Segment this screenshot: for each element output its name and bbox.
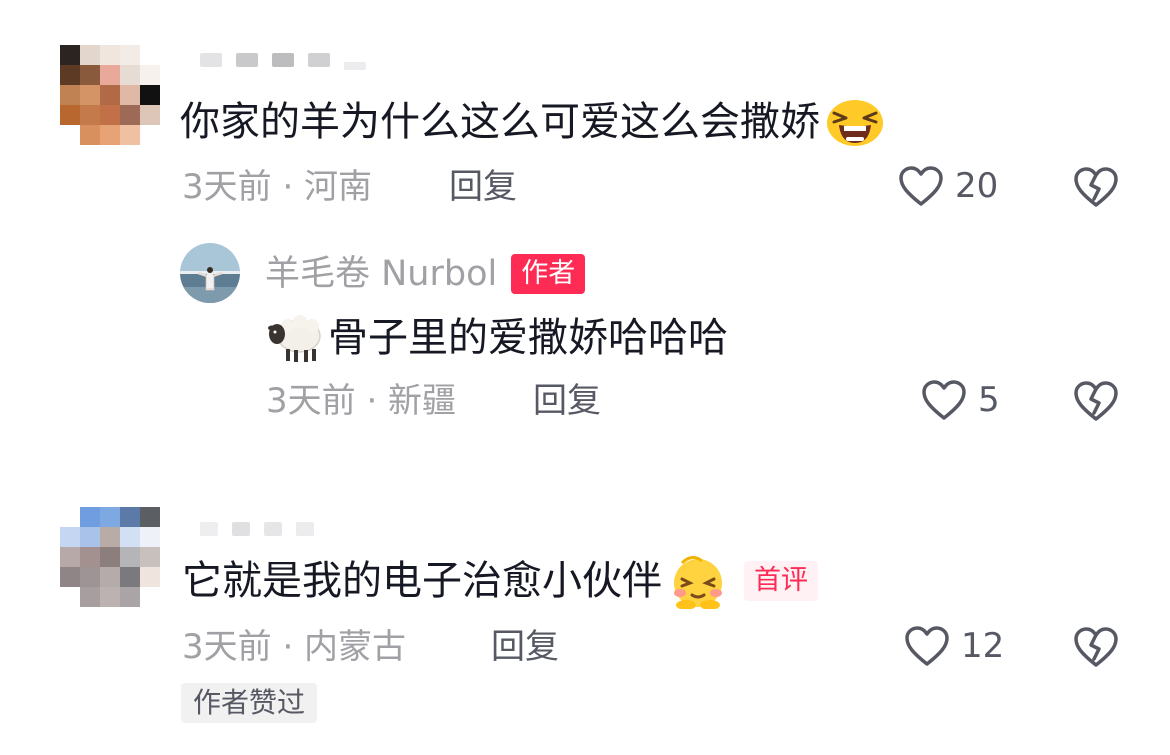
reply-time-location: 3天前 · 新疆 <box>266 381 457 421</box>
reply-button[interactable]: 回复 <box>449 167 517 207</box>
reply-header: 羊毛卷 Nurbol 作者 <box>265 252 586 296</box>
author-badge: 作者 <box>511 254 586 294</box>
reply-button[interactable]: 回复 <box>533 381 601 421</box>
heart-outline-icon <box>897 164 945 208</box>
commenter-username[interactable] <box>200 522 314 536</box>
first-comment-badge: 首评 <box>744 561 818 601</box>
laughing-face-emoji-icon <box>824 97 886 147</box>
comment-text: 它就是我的电子治愈小伙伴 <box>182 558 662 604</box>
broken-heart-icon[interactable] <box>1072 625 1120 669</box>
reply-text: 骨子里的爱撒娇哈哈哈 <box>328 315 728 361</box>
comment-time-location: 3天前 · 河南 <box>182 167 373 207</box>
comment-text: 你家的羊为什么这么可爱这么会撒娇 <box>180 99 820 145</box>
author-avatar[interactable] <box>180 243 240 303</box>
sheep-emoji-icon <box>266 312 324 364</box>
like-button[interactable]: 20 <box>897 164 998 208</box>
commenter-avatar[interactable] <box>60 45 160 145</box>
author-liked-badge: 作者赞过 <box>181 683 318 723</box>
comment-body: 它就是我的电子治愈小伙伴 首评 <box>182 553 818 609</box>
like-button[interactable]: 12 <box>903 624 1004 668</box>
like-button[interactable]: 5 <box>920 378 1000 422</box>
shy-face-emoji-icon <box>666 553 730 609</box>
like-count: 20 <box>955 166 999 206</box>
like-count: 12 <box>961 626 1005 666</box>
heart-outline-icon <box>920 378 968 422</box>
reply-author-name[interactable]: 羊毛卷 Nurbol <box>265 252 497 296</box>
broken-heart-icon[interactable] <box>1072 379 1120 423</box>
commenter-avatar[interactable] <box>60 507 160 607</box>
reply-button[interactable]: 回复 <box>491 627 559 667</box>
like-count: 5 <box>978 380 1000 420</box>
broken-heart-icon[interactable] <box>1072 165 1120 209</box>
reply-body: 骨子里的爱撒娇哈哈哈 <box>266 312 728 364</box>
heart-outline-icon <box>903 624 951 668</box>
commenter-username[interactable] <box>200 50 366 70</box>
comment-time-location: 3天前 · 内蒙古 <box>182 627 407 667</box>
comment-body: 你家的羊为什么这么可爱这么会撒娇 <box>180 97 886 147</box>
